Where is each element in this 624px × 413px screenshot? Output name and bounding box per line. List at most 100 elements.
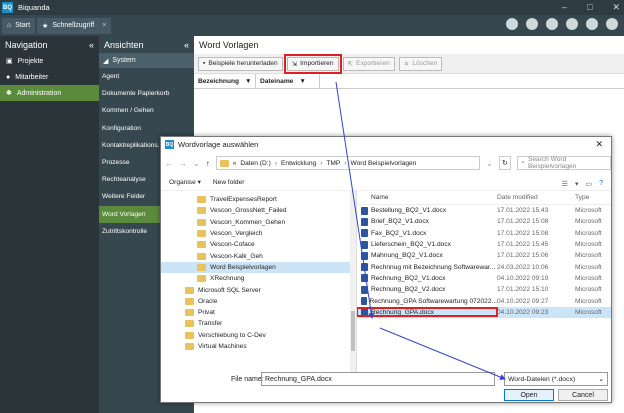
tree-item[interactable]: Virtual Machines [161,341,356,352]
tree-item[interactable]: Verschiebung to C-Dev [161,330,356,341]
tree-item[interactable]: Oracle [161,296,356,307]
tree-item[interactable]: Vescon-Kalk_Geh [161,250,356,261]
organise-menu[interactable]: Organise ▾ [169,178,201,186]
tree-item[interactable]: Transfer [161,318,356,329]
nav-item-administration[interactable]: ✱ Administration [0,85,99,101]
settings-icon[interactable] [506,18,518,30]
file-row[interactable]: Mahnung_BQ2_V1.docx 17.01.2022 15:06 Micro… [357,250,611,261]
app-title: Biquanda [18,3,50,12]
file-row[interactable]: Bestellung_BQ2_V1.docx 17.01.2022 15:43 Mi… [357,205,611,216]
tree-item[interactable]: Vescon_GrossNett_Failed [161,205,356,216]
tree-item[interactable]: Privat [161,307,356,318]
back-icon[interactable]: ← [165,159,173,168]
column-type[interactable]: Type [575,194,611,201]
views-item-kommen-gehen[interactable]: Kommen / Gehen [99,102,194,119]
chevron-down-icon[interactable]: ▾ [575,180,579,188]
search-input[interactable]: ⌕ Search Word Beispielvorlagen [517,156,611,170]
file-row[interactable]: Lieferschein_BQ2_V1.docx 17.01.2022 15:45… [357,239,611,250]
up-icon[interactable]: ↑ [206,159,210,168]
forward-icon[interactable]: → [179,159,187,168]
minimize-icon[interactable]: – [562,2,567,13]
favorites-tab[interactable]: ★ Schnellzugriff × [37,17,112,34]
column-dateiname[interactable]: Dateiname ▼ [256,73,320,89]
file-row-selected[interactable]: Rechnung_GPA.docx 04.10.2022 09:23 Microso… [357,306,611,318]
views-item-agent[interactable]: Agent [99,68,194,85]
file-name: Rechnung_BQ2_V2.docx [371,286,446,294]
filter-icon[interactable]: ▼ [299,78,306,85]
file-name: Bestellung_BQ2_V1.docx [371,207,447,215]
folder-icon [185,343,194,350]
nav-item-mitarbeiter[interactable]: ● Mitarbeiter [0,69,99,85]
tree-item-selected[interactable]: Word Beispielvorlagen [161,261,356,274]
path-segment[interactable]: Word Beispielvorlagen [351,160,417,167]
help-icon[interactable] [566,18,578,30]
view-mode-icon[interactable]: ☰ [562,180,568,188]
file-type-select[interactable]: Word-Dateien (*.docx) ⌄ [504,372,608,386]
path-segment[interactable]: TMP [326,160,340,167]
refresh-button[interactable]: ↻ [498,156,512,170]
views-item-dokumente-papierkorb[interactable]: Dokumente Papierkorb [99,85,194,102]
import-button[interactable]: ⇲ Importieren [283,53,342,74]
user-icon[interactable] [586,18,598,30]
delete-button[interactable]: ✕ Löschen [398,56,443,71]
tree-item[interactable]: Vescon_Vergleich [161,228,356,239]
views-section-label: System [112,57,136,64]
file-row[interactable]: Rechnung_GPA Softwarewartung 072022... 04… [357,295,611,306]
column-name[interactable]: Name [357,194,497,201]
export-button[interactable]: ⇱ Exportieren [342,56,395,71]
folder-tree: TravelExpensesReport Vescon_GrossNett_Fa… [161,191,357,372]
views-section-system[interactable]: ◢ System [99,53,194,68]
address-bar[interactable]: « Daten (D:) › Entwicklung › TMP › Word Bei… [215,156,480,170]
filter-icon[interactable]: ▼ [245,78,252,85]
file-name: Brief_BQ2_V1.docx [371,218,429,226]
dialog-close-icon[interactable]: ✕ [595,139,603,150]
tree-item-label: Verschiebung to C-Dev [198,331,266,339]
help-icon[interactable]: ? [599,180,603,188]
open-button[interactable]: Open [504,389,554,401]
tree-item[interactable]: XRechnung [161,273,356,284]
nav-item-label: Administration [16,89,62,97]
file-name-input[interactable]: Rechnung_GPA.docx [261,372,495,386]
download-examples-button[interactable]: ▪ Beispiele herunterladen [198,56,283,71]
lock-icon[interactable] [546,18,558,30]
column-date[interactable]: Date modified [497,194,575,201]
column-bezeichnung[interactable]: Bezeichnung ▼ [194,73,256,89]
file-row[interactable]: Brief_BQ2_V1.docx 17.01.2022 15:08 Microso… [357,216,611,227]
folder-icon [185,286,194,294]
new-folder-button[interactable]: New folder [213,179,245,186]
nav-item-projekte[interactable]: ▣ Projekte [0,53,99,69]
messages-icon[interactable] [526,18,538,30]
tree-item[interactable]: TravelExpensesReport [161,194,356,205]
cancel-button[interactable]: Cancel [558,389,608,401]
tree-item[interactable]: Vescon-Coface [161,239,356,250]
views-item-konfiguration[interactable]: Konfiguration [99,120,194,137]
close-tab-icon[interactable]: × [102,22,106,29]
collapse-views-icon[interactable]: « [184,40,189,50]
maximize-icon[interactable]: □ [587,2,592,13]
tree-item[interactable]: Vescon_Kommen_Gehen [161,217,356,228]
scrollbar-thumb[interactable] [351,311,355,351]
preview-pane-icon[interactable]: ▭ [585,180,592,188]
tree-scrollbar[interactable] [350,191,356,372]
path-segment[interactable]: Daten (D:) [240,160,270,167]
file-row[interactable]: Rechnung_BQ2_V1.docx 04.10.2022 09:19 Micr… [357,273,611,284]
path-segment[interactable]: Entwicklung [281,160,316,167]
start-tab[interactable]: ⌂ Start [2,17,36,34]
file-name: Fax_BQ2_V1.docx [371,229,427,237]
tree-item[interactable]: Microsoft SQL Server [161,284,356,295]
delete-label: Löschen [412,60,438,67]
chevron-down-icon[interactable]: ⌄ [193,159,200,168]
file-row[interactable]: Fax_BQ2_V1.docx 17.01.2022 15:08 Microsoft [357,228,611,239]
word-file-icon [361,206,368,215]
file-row[interactable]: Rechnung_BQ2_V2.docx 17.01.2022 15:10 Micr… [357,284,611,295]
file-type: Microsoft [575,229,602,237]
file-name: Mahnung_BQ2_V1.docx [371,252,443,260]
file-row[interactable]: Rechnnug mit Bezeichnung Softwarewar... 2… [357,261,611,272]
export-icon: ⇱ [347,60,354,68]
folder-icon [197,196,206,204]
collapse-navigation-icon[interactable]: « [89,40,94,50]
power-icon[interactable] [606,18,618,30]
address-dropdown-icon[interactable]: ⌄ [486,159,493,168]
close-icon[interactable]: ✕ [612,2,620,13]
view-options: ☰ ▾ ▭ ? [562,180,603,188]
